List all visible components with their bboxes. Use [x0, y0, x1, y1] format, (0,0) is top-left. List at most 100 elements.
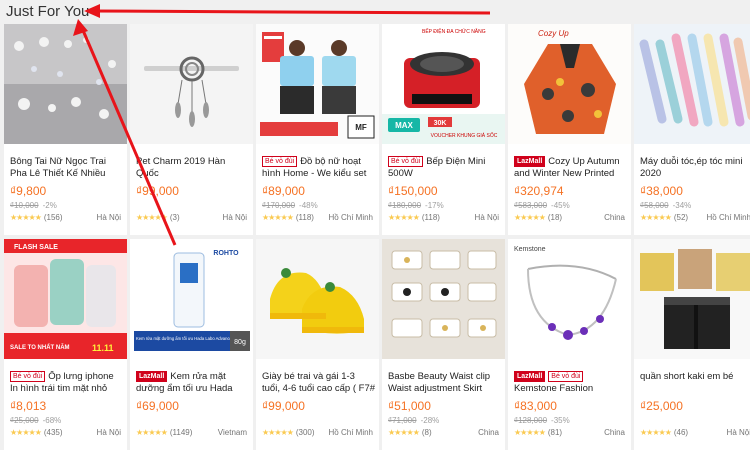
product-title[interactable]: Bé vỏ đùi Ốp lưng iphone In hình trái tim… — [10, 371, 123, 395]
rating-location-row: ★★★★★ (18) China — [514, 213, 625, 222]
product-price: ₫320,974 — [514, 184, 564, 198]
rating: ★★★★★ (118) — [388, 213, 440, 222]
product-title[interactable]: Pet Charm 2019 Hàn Quốc — [136, 156, 249, 180]
product-title[interactable]: LazMallBé vỏ đùiKemstone Fashion Women H… — [514, 371, 627, 395]
product-title[interactable]: LazMall Kem rửa mặt dưỡng ẩm tối ưu Hada … — [136, 371, 249, 395]
review-count: (156) — [43, 213, 63, 222]
discount-percent: -2% — [42, 201, 57, 210]
star-rating-icon: ★★★★★ — [262, 213, 294, 222]
product-price: ₫38,000 — [640, 184, 683, 198]
seller-location: China — [604, 213, 625, 222]
star-rating-icon: ★★★★★ — [514, 428, 546, 437]
product-card[interactable]: Basbe Beauty Waist clip Waist adjustment… — [382, 239, 505, 450]
face-wash-tube-icon[interactable]: ROHTO Kem rửa mặt dưỡng ẩm tối ưu Hada L… — [130, 239, 253, 359]
product-card[interactable]: ROHTO Kem rửa mặt dưỡng ẩm tối ưu Hada L… — [130, 239, 253, 450]
product-title-text: Basbe Beauty Waist clip Waist adjustment… — [388, 371, 491, 394]
product-title[interactable]: Bông Tai Nữ Ngọc Trai Pha Lê Thiết Kế Nh… — [10, 156, 123, 180]
earrings-icon[interactable] — [4, 24, 127, 144]
price-original-row: ₫58,000 -34% — [640, 201, 691, 210]
pajama-set-icon[interactable]: MF — [256, 24, 379, 144]
rating: ★★★★★ (52) — [640, 213, 688, 222]
product-title-text: quần short kaki em bé — [640, 371, 734, 382]
thumb-sale-text: SALE TO NHẤT NĂM — [10, 344, 70, 351]
product-card[interactable]: quần short kaki em bé ₫25,000 ★★★★★ (46) Hà … — [634, 239, 750, 450]
original-price: ₫583,000 — [514, 201, 548, 210]
kids-shoes-icon[interactable] — [256, 239, 379, 359]
original-price: ₫170,000 — [262, 201, 296, 210]
rating-location-row: ★★★★★ (1149) Vietnam — [136, 428, 247, 437]
promo-badge: Bé vỏ đùi — [388, 156, 424, 167]
product-title[interactable]: Basbe Beauty Waist clip Waist adjustment… — [388, 371, 501, 395]
product-price: ₫69,000 — [136, 399, 179, 413]
review-count: (435) — [43, 428, 63, 437]
product-title[interactable]: Giày bé trai và gái 1-3 tuổi, 4-6 tuổi c… — [262, 371, 375, 395]
thumb-badge-max: MAX — [395, 121, 413, 130]
product-price: ₫99,000 — [262, 399, 305, 413]
star-rating-icon: ★★★★★ — [10, 213, 42, 222]
rating-location-row: ★★★★★ (118) Hà Nội — [388, 213, 499, 222]
product-card[interactable]: BẾP ĐIỆN ĐA CHỨC NĂNG MAX 30K VOUCHER KH… — [382, 24, 505, 235]
product-card[interactable]: Cozy Up LazMall Cozy Up Autumn and Winter… — [508, 24, 631, 235]
product-card[interactable]: Máy duỗi tóc,ép tóc mini 2020 ₫38,000 ₫58,… — [634, 24, 750, 235]
discount-percent: -68% — [42, 416, 62, 425]
section-title: Just For You — [6, 3, 90, 20]
star-rating-icon: ★★★★★ — [10, 428, 42, 437]
phone-case-icon[interactable]: FLASH SALE SALE TO NHẤT NĂM 11.11 — [4, 239, 127, 359]
product-title[interactable]: Máy duỗi tóc,ép tóc mini 2020 — [640, 156, 750, 180]
promo-badge: Bé vỏ đùi — [262, 156, 298, 167]
hot-plate-icon[interactable]: BẾP ĐIỆN ĐA CHỨC NĂNG MAX 30K VOUCHER KH… — [382, 24, 505, 144]
kids-shorts-icon[interactable] — [634, 239, 750, 359]
product-price: ₫83,000 — [514, 399, 557, 413]
discount-percent: -35% — [551, 416, 570, 425]
product-price: ₫99,000 — [136, 184, 179, 198]
product-grid: Bông Tai Nữ Ngọc Trai Pha Lê Thiết Kế Nh… — [0, 24, 750, 450]
product-price: ₫89,000 — [262, 184, 305, 198]
thumb-banner-bottom: VOUCHER KHUNG GIÁ SỐC — [431, 132, 498, 139]
seller-location: Hồ Chí Minh — [328, 428, 373, 437]
thumb-flash-sale: FLASH SALE — [14, 244, 58, 251]
bracelet-icon[interactable]: Kemstone — [508, 239, 631, 359]
product-card[interactable]: Pet Charm 2019 Hàn Quốc ₫99,000 ★★★★★ (3) Hà… — [130, 24, 253, 235]
seller-location: China — [478, 428, 499, 437]
star-rating-icon: ★★★★★ — [136, 213, 168, 222]
jacket-icon[interactable]: Cozy Up — [508, 24, 631, 144]
rating-location-row: ★★★★★ (3) Hà Nội — [136, 213, 247, 222]
lazmall-badge: LazMall — [514, 371, 546, 382]
product-card[interactable]: Kemstone LazMall Bé vỏ đùiKemstone Fashio… — [508, 239, 631, 450]
product-title[interactable]: quần short kaki em bé — [640, 371, 750, 395]
rating: ★★★★★ (1149) — [136, 428, 192, 437]
rating-location-row: ★★★★★ (52) Hồ Chí Minh — [640, 213, 750, 222]
review-count: (18) — [547, 213, 563, 222]
product-title-text: Kemstone Fashion Women Heart ... — [514, 383, 594, 395]
product-title-text: Bông Tai Nữ Ngọc Trai Pha Lê Thiết Kế Nh… — [10, 156, 106, 179]
discount-percent: -45% — [551, 201, 570, 210]
product-price: ₫8,013 — [10, 399, 47, 413]
product-title[interactable]: Bé vỏ đùi Đồ bộ nữ hoạt hình Home - We ki… — [262, 156, 375, 180]
discount-percent: -34% — [672, 201, 692, 210]
product-title[interactable]: LazMall Cozy Up Autumn and Winter New Pri… — [514, 156, 627, 180]
dreamcatcher-charm-icon[interactable] — [130, 24, 253, 144]
thumb-sale-date: 11.11 — [92, 343, 114, 353]
rating: ★★★★★ (8) — [388, 428, 432, 437]
thumb-brand: ROHTO — [213, 250, 239, 257]
review-count: (118) — [421, 213, 440, 222]
product-title[interactable]: Bé vỏ đùi Bếp Điện Mini 500W — [388, 156, 501, 180]
product-card[interactable]: FLASH SALE SALE TO NHẤT NĂM 11.11 Bé vỏ đ… — [4, 239, 127, 450]
thumb-brand: Kemstone — [514, 246, 546, 253]
original-price: ₫180,000 — [388, 201, 422, 210]
product-card[interactable]: MF Bé vỏ đùi Đồ bộ nữ hoạt hình Home - We … — [256, 24, 379, 235]
product-card[interactable]: Bông Tai Nữ Ngọc Trai Pha Lê Thiết Kế Nh… — [4, 24, 127, 235]
rating-location-row: ★★★★★ (300) Hồ Chí Minh — [262, 428, 373, 437]
rating-location-row: ★★★★★ (435) Hà Nội — [10, 428, 121, 437]
thumb-badge: MF — [355, 123, 367, 132]
product-price: ₫51,000 — [388, 399, 431, 413]
review-count: (118) — [295, 213, 314, 222]
rating: ★★★★★ (156) — [10, 213, 63, 222]
seller-location: Vietnam — [217, 428, 247, 437]
hair-straightener-icon[interactable] — [634, 24, 750, 144]
original-price: ₫10,000 — [10, 201, 39, 210]
price-original-row: ₫170,000 -48% — [262, 201, 318, 210]
waist-clip-icon[interactable] — [382, 239, 505, 359]
discount-percent: -48% — [299, 201, 318, 210]
product-card[interactable]: Giày bé trai và gái 1-3 tuổi, 4-6 tuổi c… — [256, 239, 379, 450]
